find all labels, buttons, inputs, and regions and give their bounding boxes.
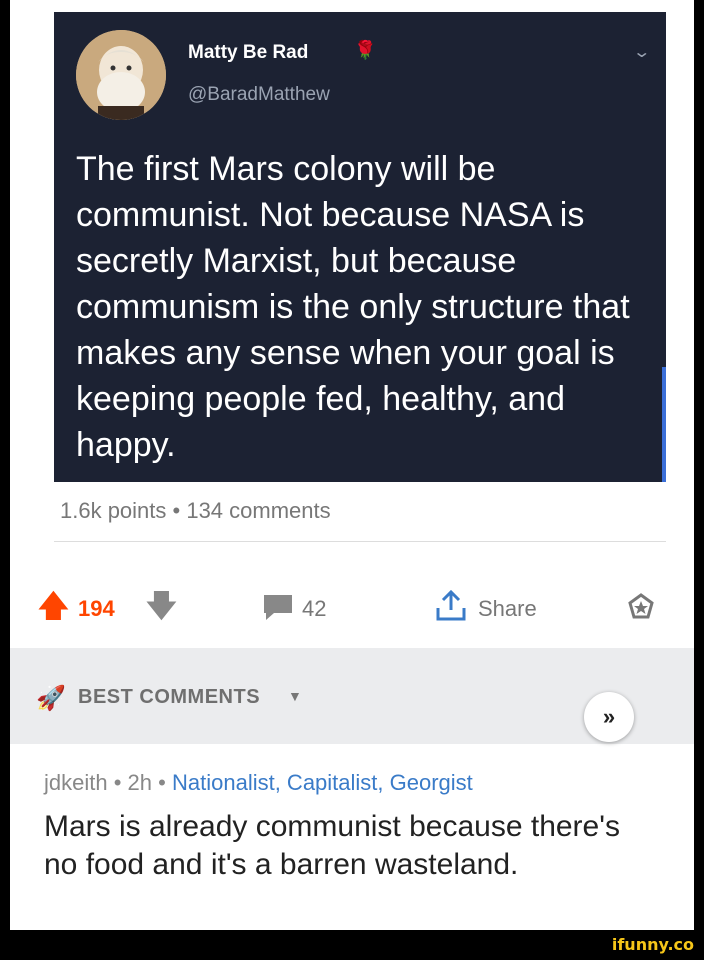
user-flair: Nationalist, Capitalist, Georgist [171, 770, 473, 795]
upvote-icon[interactable]: 🡅 [38, 592, 69, 622]
avatar [76, 30, 166, 120]
display-name[interactable]: Matty Be Rad [188, 42, 308, 64]
rose-icon: 🌹 [354, 40, 377, 60]
watermark-logo: ifunny.co [611, 935, 694, 954]
divider [54, 541, 666, 542]
action-bar: 🡅 194 🡇 42 Share [10, 582, 694, 632]
edge-highlight [662, 367, 666, 482]
downvote-icon[interactable]: 🡇 [146, 592, 177, 622]
portrait-icon [76, 30, 166, 120]
save-icon[interactable] [626, 592, 656, 627]
comment-author[interactable]: jdkeith [44, 770, 108, 795]
separator-dot: • [158, 770, 172, 795]
separator-dot: • [113, 770, 128, 795]
caret-down-icon[interactable]: ▼ [288, 688, 302, 704]
vote-count: 194 [78, 596, 115, 621]
comment-meta: jdkeith • 2h • Nationalist, Capitalist, … [44, 770, 473, 796]
share-button[interactable]: Share [478, 596, 537, 622]
comment-text: Mars is already communist because there'… [44, 810, 620, 881]
rocket-icon: 🚀 [36, 685, 66, 712]
comment-icon[interactable] [262, 593, 294, 626]
sort-label[interactable]: BEST COMMENTS [78, 686, 260, 709]
chevron-down-icon[interactable]: ⌄ [632, 42, 651, 62]
share-icon[interactable] [434, 589, 468, 627]
comment-count[interactable]: 42 [302, 596, 326, 622]
post-stats: 1.6k points • 134 comments [60, 498, 331, 523]
tweet-screenshot: Matty Be Rad 🌹 @BaradMatthew ⌄ The first… [54, 12, 666, 482]
best-comments-bar[interactable]: 🚀 BEST COMMENTS ▼ » [10, 648, 694, 744]
post-card: Matty Be Rad 🌹 @BaradMatthew ⌄ The first… [10, 0, 694, 930]
tweet-text: The first Mars colony will be communist.… [76, 150, 630, 464]
comment-age: 2h [127, 770, 153, 795]
collapse-button[interactable]: » [584, 692, 634, 742]
user-handle[interactable]: @BaradMatthew [188, 84, 330, 106]
